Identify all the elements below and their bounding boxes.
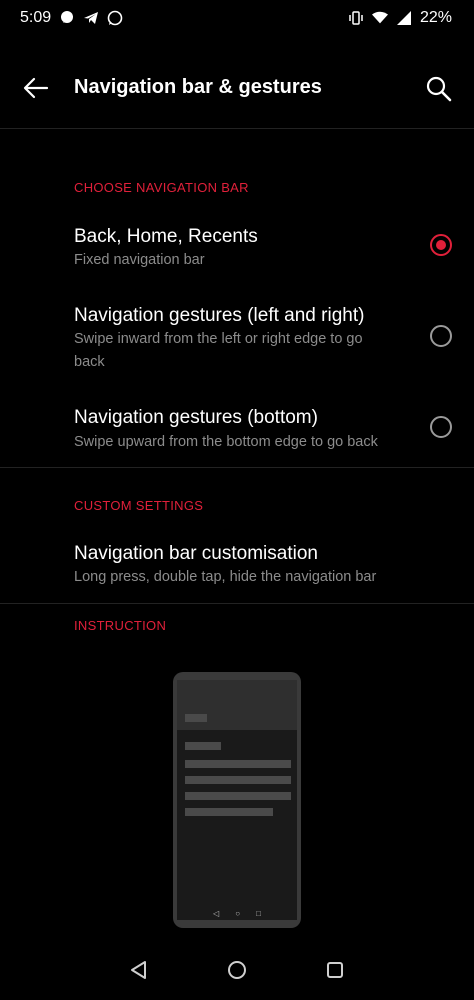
option-subtitle: Swipe inward from the left or right edge… (74, 331, 363, 370)
phone-home-icon: ○ (235, 908, 241, 918)
phone-placeholder-bar (185, 808, 273, 816)
option-subtitle: Fixed navigation bar (74, 252, 205, 268)
search-button[interactable] (422, 72, 456, 106)
radio-button[interactable] (430, 325, 452, 347)
phone-screen: ◁ ○ □ (177, 680, 297, 920)
option-title: Navigation gestures (bottom) (74, 407, 318, 428)
telegram-icon (83, 10, 99, 26)
option-subtitle: Swipe upward from the bottom edge to go … (74, 434, 378, 450)
cell-signal-icon (396, 10, 412, 26)
divider (0, 467, 474, 468)
vibrate-icon (348, 10, 364, 26)
system-home-button[interactable] (225, 958, 249, 982)
option-back-home-recents[interactable]: Back, Home, Recents Fixed navigation bar (0, 216, 474, 282)
phone-placeholder-bar (185, 742, 221, 750)
phone-topbar (177, 680, 297, 730)
whatsapp-icon (107, 10, 123, 26)
option-gestures-bottom[interactable]: Navigation gestures (bottom) Swipe upwar… (0, 398, 474, 462)
phone-placeholder-bar (185, 760, 291, 768)
option-title: Navigation gestures (left and right) (74, 305, 365, 326)
app-bar: Navigation bar & gestures (0, 54, 474, 126)
message-bubble-icon (59, 10, 75, 26)
phone-recents-icon: □ (256, 908, 261, 918)
radio-button-selected[interactable] (430, 234, 452, 256)
divider (0, 128, 474, 129)
divider (0, 603, 474, 604)
back-arrow-icon (23, 77, 49, 99)
system-back-button[interactable] (127, 958, 151, 982)
wifi-icon (371, 10, 388, 26)
item-title: Navigation bar customisation (74, 543, 318, 564)
status-time: 5:09 (20, 9, 52, 26)
search-icon (426, 76, 452, 102)
page-title: Navigation bar & gestures (74, 76, 322, 98)
system-recents-button[interactable] (323, 958, 347, 982)
section-header-custom: CUSTOM SETTINGS (74, 498, 204, 513)
status-bar: 5:09 22% (0, 0, 474, 36)
phone-placeholder-bar (185, 792, 291, 800)
section-header-instruction: INSTRUCTION (74, 618, 167, 633)
option-gestures-left-right[interactable]: Navigation gestures (left and right) Swi… (0, 296, 474, 380)
radio-button[interactable] (430, 416, 452, 438)
back-triangle-icon (131, 961, 146, 979)
battery-percent: 22% (419, 9, 452, 26)
recents-square-icon (327, 962, 343, 978)
back-button[interactable] (20, 72, 52, 104)
instruction-phone-illustration: ◁ ○ □ (173, 672, 301, 928)
phone-nav-bar: ◁ ○ □ (177, 906, 297, 920)
navigation-bar-customisation-item[interactable]: Navigation bar customisation Long press,… (0, 534, 474, 594)
home-circle-icon (228, 961, 246, 979)
phone-back-icon: ◁ (213, 908, 220, 918)
section-header-choose: CHOOSE NAVIGATION BAR (74, 180, 249, 195)
item-subtitle: Long press, double tap, hide the navigat… (74, 569, 377, 585)
option-title: Back, Home, Recents (74, 226, 258, 247)
system-navigation-bar (0, 940, 474, 1000)
phone-placeholder-bar (185, 714, 207, 722)
phone-placeholder-bar (185, 776, 291, 784)
